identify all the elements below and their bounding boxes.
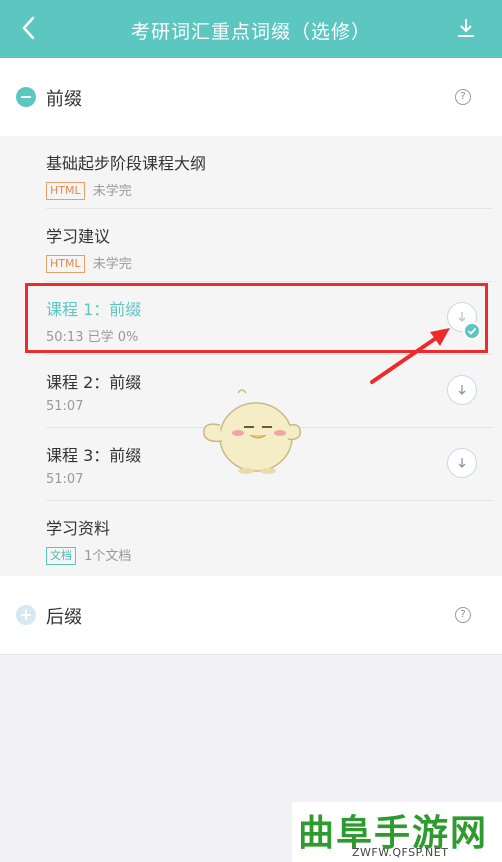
section-label: 前缀 — [46, 89, 82, 110]
site-watermark: 曲阜手游网 ZWFW.QFSP.NET — [292, 802, 502, 862]
help-icon[interactable]: ? — [455, 607, 471, 623]
list-item[interactable]: 学习建议 HTML 未学完 — [0, 209, 502, 282]
doc-tag: 文档 — [46, 547, 76, 565]
annotation-arrow-icon — [370, 328, 450, 384]
help-icon[interactable]: ? — [455, 89, 471, 105]
item-title: 基础起步阶段课程大纲 — [46, 154, 207, 173]
page-title: 考研词汇重点词缀（选修） — [130, 21, 371, 43]
item-status: 未学完 — [92, 257, 132, 272]
section-suffix[interactable]: 后缀 ? — [0, 576, 502, 655]
list-item[interactable]: 基础起步阶段课程大纲 HTML 未学完 — [0, 136, 502, 209]
download-arrow-icon — [458, 458, 466, 468]
item-status: 未学完 — [92, 184, 132, 199]
mascot-icon — [203, 389, 302, 474]
item-status: 1个文档 — [84, 549, 132, 564]
download-icon[interactable] — [454, 16, 478, 40]
download-button[interactable] — [447, 448, 477, 478]
expand-icon[interactable] — [16, 605, 36, 625]
watermark-url: ZWFW.QFSP.NET — [352, 846, 449, 859]
item-meta: 51:07 — [46, 399, 84, 414]
collapse-icon[interactable] — [16, 87, 36, 107]
top-bar: 考研词汇重点词缀（选修） — [0, 0, 502, 58]
section-label: 后缀 — [46, 607, 82, 628]
html-tag: HTML — [46, 182, 85, 200]
html-tag: HTML — [46, 255, 85, 273]
item-title: 课程 3：前缀 — [46, 446, 142, 465]
item-title: 学习资料 — [46, 519, 111, 538]
item-meta: HTML 未学完 — [46, 180, 132, 200]
item-meta: HTML 未学完 — [46, 253, 132, 273]
item-meta: 文档 1个文档 — [46, 545, 131, 565]
item-title: 课程 2：前缀 — [46, 373, 142, 392]
section-prefix[interactable]: 前缀 ? — [0, 58, 502, 137]
item-title: 学习建议 — [46, 227, 111, 246]
list-item[interactable]: 学习资料 文档 1个文档 — [0, 501, 502, 574]
item-meta: 51:07 — [46, 472, 84, 487]
